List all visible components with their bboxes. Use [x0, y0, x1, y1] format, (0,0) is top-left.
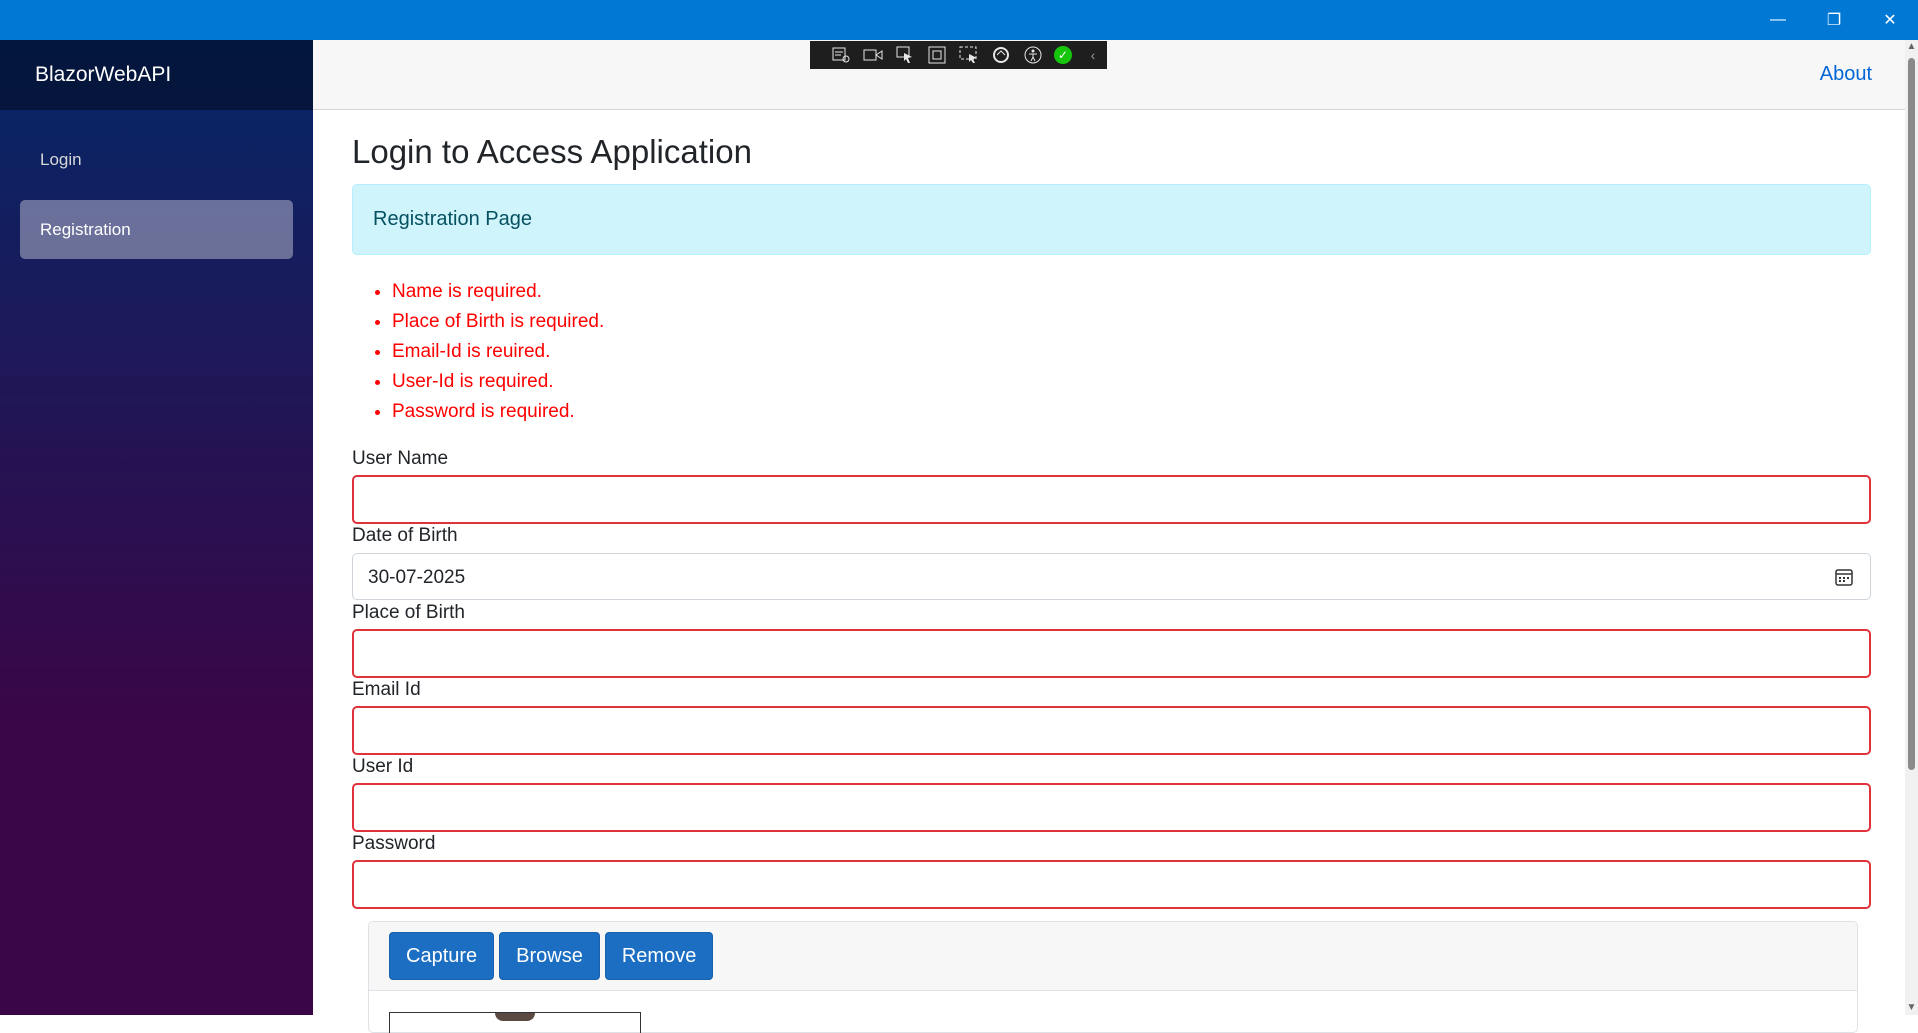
- vertical-scrollbar[interactable]: ▲ ▼: [1905, 40, 1918, 1015]
- about-link[interactable]: About: [1820, 63, 1872, 86]
- page-title: Login to Access Application: [352, 133, 752, 170]
- validation-error: Name is required.: [392, 277, 604, 307]
- accessibility-icon[interactable]: [1022, 45, 1044, 65]
- date-of-birth-input[interactable]: 30-07-2025: [352, 553, 1871, 600]
- display-layout-adorners-icon[interactable]: [926, 45, 948, 65]
- xaml-devtools-toolbar: ✓ ‹: [810, 41, 1107, 69]
- validation-error: User-Id is required.: [392, 367, 604, 397]
- password-label: Password: [352, 833, 436, 854]
- sidebar-item-login[interactable]: Login: [20, 130, 293, 189]
- user-name-input[interactable]: [352, 475, 1871, 524]
- close-window-button[interactable]: ✕: [1862, 0, 1918, 40]
- calendar-icon[interactable]: [1834, 567, 1854, 587]
- validation-error: Place of Birth is required.: [392, 307, 604, 337]
- top-row: About: [313, 40, 1905, 110]
- track-focus-icon[interactable]: [958, 45, 980, 65]
- photo-preview-image: [495, 1013, 535, 1021]
- close-icon: ✕: [1883, 12, 1897, 29]
- minimize-button[interactable]: —: [1750, 0, 1806, 40]
- scroll-thumb[interactable]: [1908, 58, 1915, 770]
- info-alert: Registration Page: [352, 184, 1871, 255]
- hot-reload-icon[interactable]: [990, 45, 1012, 65]
- brand-link[interactable]: BlazorWebAPI: [35, 63, 171, 87]
- sidebar-item-registration[interactable]: Registration: [20, 200, 293, 259]
- email-id-input[interactable]: [352, 706, 1871, 755]
- sidebar-item-label: Login: [40, 149, 82, 169]
- select-element-icon[interactable]: [894, 45, 916, 65]
- restore-button[interactable]: ❐: [1806, 0, 1862, 40]
- photo-toolbar: Capture Browse Remove: [369, 922, 1857, 991]
- minimize-icon: —: [1770, 11, 1786, 28]
- sidebar-item-label: Registration: [40, 219, 131, 239]
- user-name-label: User Name: [352, 448, 449, 469]
- validation-error: Email-Id is reuired.: [392, 337, 604, 367]
- info-alert-text: Registration Page: [373, 208, 532, 230]
- place-of-birth-label: Place of Birth: [352, 602, 465, 623]
- record-icon[interactable]: [862, 45, 884, 65]
- scroll-down-icon[interactable]: ▼: [1906, 1003, 1917, 1013]
- browse-button[interactable]: Browse: [499, 932, 600, 980]
- collapse-chevron-icon[interactable]: ‹: [1082, 45, 1104, 65]
- photo-preview: [389, 1012, 641, 1033]
- date-of-birth-value: 30-07-2025: [368, 567, 466, 588]
- restore-icon: ❐: [1826, 12, 1842, 29]
- window-title-bar: — ❐ ✕: [0, 0, 1918, 40]
- scroll-up-icon[interactable]: ▲: [1906, 42, 1917, 52]
- user-id-input[interactable]: [352, 783, 1871, 832]
- password-input[interactable]: [352, 860, 1871, 909]
- date-of-birth-label: Date of Birth: [352, 525, 458, 546]
- validation-error: Password is required.: [392, 397, 604, 427]
- user-id-label: User Id: [352, 756, 414, 777]
- remove-button[interactable]: Remove: [604, 932, 714, 980]
- brand-row: BlazorWebAPI: [0, 40, 313, 110]
- validation-summary: Name is required. Place of Birth is requ…: [352, 277, 604, 427]
- sidebar: BlazorWebAPI Login Registration: [0, 40, 313, 1015]
- status-ok-icon[interactable]: ✓: [1054, 46, 1072, 64]
- live-visual-tree-icon[interactable]: [830, 45, 852, 65]
- place-of-birth-input[interactable]: [352, 629, 1871, 678]
- photo-capture-card: Capture Browse Remove: [368, 921, 1858, 1033]
- capture-button[interactable]: Capture: [389, 932, 495, 980]
- email-id-label: Email Id: [352, 679, 421, 700]
